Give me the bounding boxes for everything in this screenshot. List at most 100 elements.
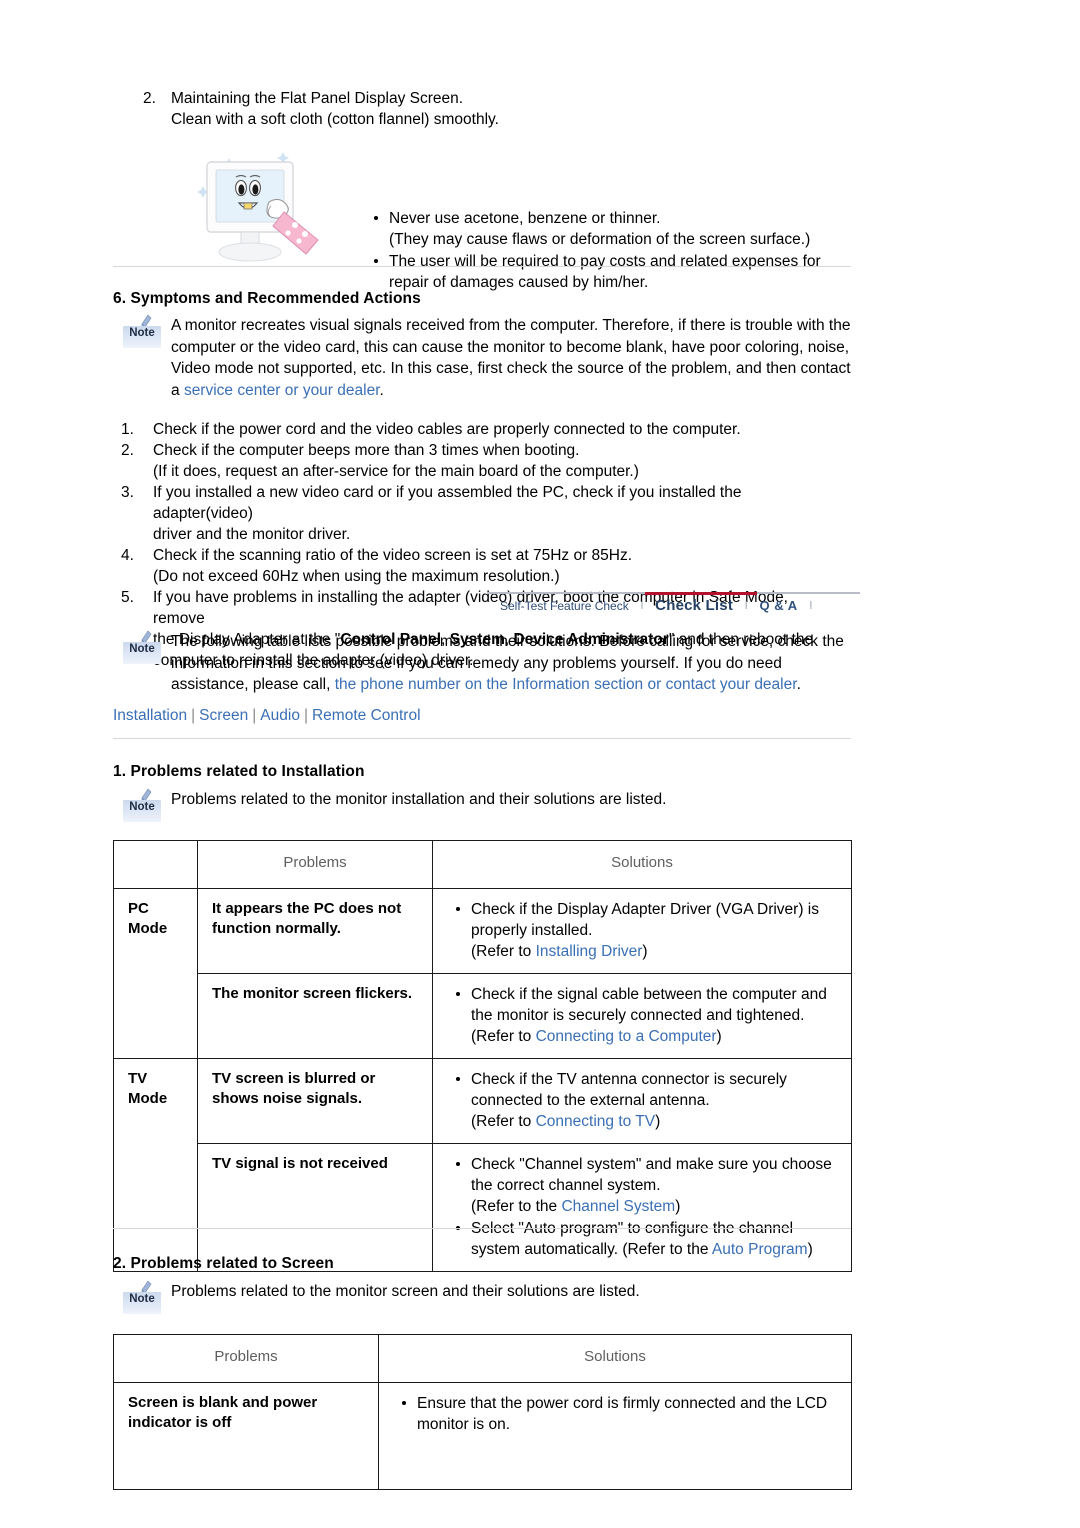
- link-channel-system[interactable]: Channel System: [561, 1198, 675, 1215]
- problem-cell-screen-blank: Screen is blank and power indicator is o…: [113, 1381, 379, 1490]
- tab-check-list[interactable]: Check List: [655, 597, 733, 614]
- note-label: Note: [129, 1293, 155, 1305]
- note-label: Note: [129, 801, 155, 813]
- installation-note-block: Note Problems related to the monitor ins…: [113, 788, 858, 826]
- table-row: TV Mode TV screen is blurred or shows no…: [113, 1057, 852, 1272]
- tab-q-and-a[interactable]: Q & A: [759, 598, 797, 613]
- following-note-block: Note The following table lists possible …: [113, 630, 858, 696]
- maintaining-bullet-1: Never use acetone, benzene or thinner. (…: [371, 208, 871, 250]
- mode-tv-line2: Mode: [128, 1090, 168, 1107]
- solution-line1: Check if the TV antenna connector is sec…: [471, 1070, 787, 1088]
- screen-heading: 2. Problems related to Screen: [113, 1255, 334, 1272]
- table-header-solutions: Solutions: [378, 1334, 852, 1383]
- screen-note-block: Note Problems related to the monitor scr…: [113, 1280, 858, 1318]
- tab-list: Self-Test Feature Check l Check List l Q…: [487, 597, 860, 614]
- problem-line1: TV screen is blurred or: [212, 1069, 376, 1087]
- table-row: The monitor screen flickers. Check if th…: [114, 972, 852, 1059]
- nav-separator-3: |: [303, 707, 308, 724]
- symptoms-step-4-line1: Check if the scanning ratio of the video…: [153, 547, 633, 564]
- solution-bullet: Check if the Display Adapter Driver (VGA…: [451, 899, 839, 962]
- symptoms-step-2: 2. Check if the computer beeps more than…: [121, 440, 858, 482]
- following-note-text: The following table lists possible probl…: [171, 630, 858, 696]
- note-icon: Note: [121, 1280, 163, 1318]
- note-icon: Note: [121, 788, 163, 826]
- nav-separator-2: |: [252, 707, 257, 724]
- table-header-problems: Problems: [197, 840, 433, 889]
- solution-refer-post: ): [655, 1112, 661, 1130]
- link-connecting-to-tv[interactable]: Connecting to TV: [536, 1113, 655, 1130]
- solution-bullet: Check if the TV antenna connector is sec…: [451, 1069, 839, 1132]
- maintaining-number: 2.: [143, 90, 156, 107]
- problem-cell-monitor-flickers: The monitor screen flickers.: [197, 972, 433, 1059]
- solution-cell-screen-blank: Ensure that the power cord is firmly con…: [378, 1381, 852, 1490]
- problem-line1: TV signal is not received: [212, 1154, 388, 1172]
- maintaining-body: Maintaining the Flat Panel Display Scree…: [171, 88, 499, 130]
- problem-cell-tv-blurred: TV screen is blurred or shows noise sign…: [197, 1057, 433, 1144]
- table-header-problems: Problems: [113, 1334, 379, 1383]
- mode-cell-tv: TV Mode: [113, 1057, 198, 1272]
- symptoms-step-3: 3. If you installed a new video card or …: [121, 482, 858, 545]
- symptoms-step-1: 1. Check if the power cord and the video…: [121, 419, 858, 440]
- divider-above-screen-section: [113, 1228, 851, 1229]
- maintaining-section: 2. Maintaining the Flat Panel Display Sc…: [143, 88, 883, 291]
- service-center-link[interactable]: service center or your dealer: [184, 382, 380, 399]
- symptoms-step-1-text: Check if the power cord and the video ca…: [153, 421, 741, 438]
- nav-link-remote-control[interactable]: Remote Control: [312, 707, 421, 724]
- symptoms-step-4-body: Check if the scanning ratio of the video…: [153, 545, 843, 587]
- symptoms-note-block: Note A monitor recreates visual signals …: [113, 314, 858, 401]
- tab-self-test-feature-check[interactable]: Self-Test Feature Check: [500, 599, 629, 613]
- symptoms-step-3-line1: If you installed a new video card or if …: [153, 484, 742, 522]
- solution-refer-pre: (Refer to: [471, 1027, 536, 1045]
- tab-separator-1: l: [640, 599, 644, 612]
- maintaining-bullet-2: The user will be required to pay costs a…: [371, 251, 871, 293]
- tab-navigation-bar: Self-Test Feature Check l Check List l Q…: [487, 592, 860, 620]
- divider-above-symptoms: [113, 266, 851, 267]
- maintaining-bullet-2-line2: repair of damages caused by him/her.: [389, 274, 649, 291]
- symptoms-step-2-body: Check if the computer beeps more than 3 …: [153, 440, 843, 482]
- symptoms-step-4-number: 4.: [121, 547, 134, 564]
- note-label: Note: [129, 643, 155, 655]
- maintaining-bullets: Never use acetone, benzene or thinner. (…: [371, 208, 871, 294]
- maintaining-bullet-1-line1: Never use acetone, benzene or thinner.: [389, 210, 661, 227]
- solution-line2: the correct channel system.: [471, 1176, 661, 1194]
- tab-separator-2: l: [745, 599, 748, 612]
- tab-separator-3: l: [809, 599, 813, 612]
- solution-line1: Check if the Display Adapter Driver (VGA…: [471, 900, 819, 918]
- mode-tv-line1: TV: [128, 1069, 148, 1087]
- installation-note-text: Problems related to the monitor installa…: [171, 791, 667, 808]
- symptoms-step-3-number: 3.: [121, 484, 134, 501]
- problem-line2: shows noise signals.: [212, 1090, 363, 1107]
- link-connecting-to-a-computer[interactable]: Connecting to a Computer: [536, 1028, 717, 1045]
- table-row: PC Mode It appears the PC does not funct…: [113, 887, 852, 1059]
- note-label: Note: [129, 327, 155, 339]
- symptoms-step-1-number: 1.: [121, 421, 134, 438]
- symptoms-step-5-number: 5.: [121, 589, 134, 606]
- symptoms-step-4: 4. Check if the scanning ratio of the vi…: [121, 545, 858, 587]
- phone-number-information-link[interactable]: the phone number on the Information sect…: [335, 676, 797, 693]
- nav-link-screen[interactable]: Screen: [199, 707, 248, 724]
- nav-link-installation[interactable]: Installation: [113, 707, 187, 724]
- solution-bullet: Check if the signal cable between the co…: [451, 984, 839, 1047]
- solution-cell-pc-not-functioning: Check if the Display Adapter Driver (VGA…: [432, 887, 852, 974]
- symptoms-note-text: A monitor recreates visual signals recei…: [171, 314, 858, 401]
- nav-link-audio[interactable]: Audio: [260, 707, 300, 724]
- problem-cell-tv-no-signal: TV signal is not received: [197, 1142, 433, 1272]
- link-installing-driver[interactable]: Installing Driver: [536, 943, 643, 960]
- screen-note-text: Problems related to the monitor screen a…: [171, 1283, 640, 1300]
- solution-cell-monitor-flickers: Check if the signal cable between the co…: [432, 972, 852, 1059]
- divider-above-installation: [113, 738, 851, 739]
- nav-separator-1: |: [191, 707, 196, 724]
- solution-bullet: Select "Auto program" to configure the c…: [451, 1218, 839, 1260]
- maintaining-figure-row: Never use acetone, benzene or thinner. (…: [143, 146, 883, 291]
- mode-cell-pc: PC Mode: [113, 887, 198, 1059]
- solution-bullet: Ensure that the power cord is firmly con…: [397, 1393, 839, 1435]
- solution-refer-post: ): [675, 1197, 681, 1215]
- mode-pc-line2: Mode: [128, 920, 168, 937]
- symptoms-step-3-body: If you installed a new video card or if …: [153, 482, 843, 545]
- symptoms-step-3-line2: driver and the monitor driver.: [153, 526, 351, 543]
- tab-active-indicator: [645, 592, 757, 595]
- solution-line2: the monitor is securely connected and ti…: [471, 1006, 805, 1024]
- maintaining-line1: Maintaining the Flat Panel Display Scree…: [171, 90, 464, 107]
- solution-refer-post: ): [642, 942, 648, 960]
- solution-line1: Check "Channel system" and make sure you…: [471, 1155, 832, 1173]
